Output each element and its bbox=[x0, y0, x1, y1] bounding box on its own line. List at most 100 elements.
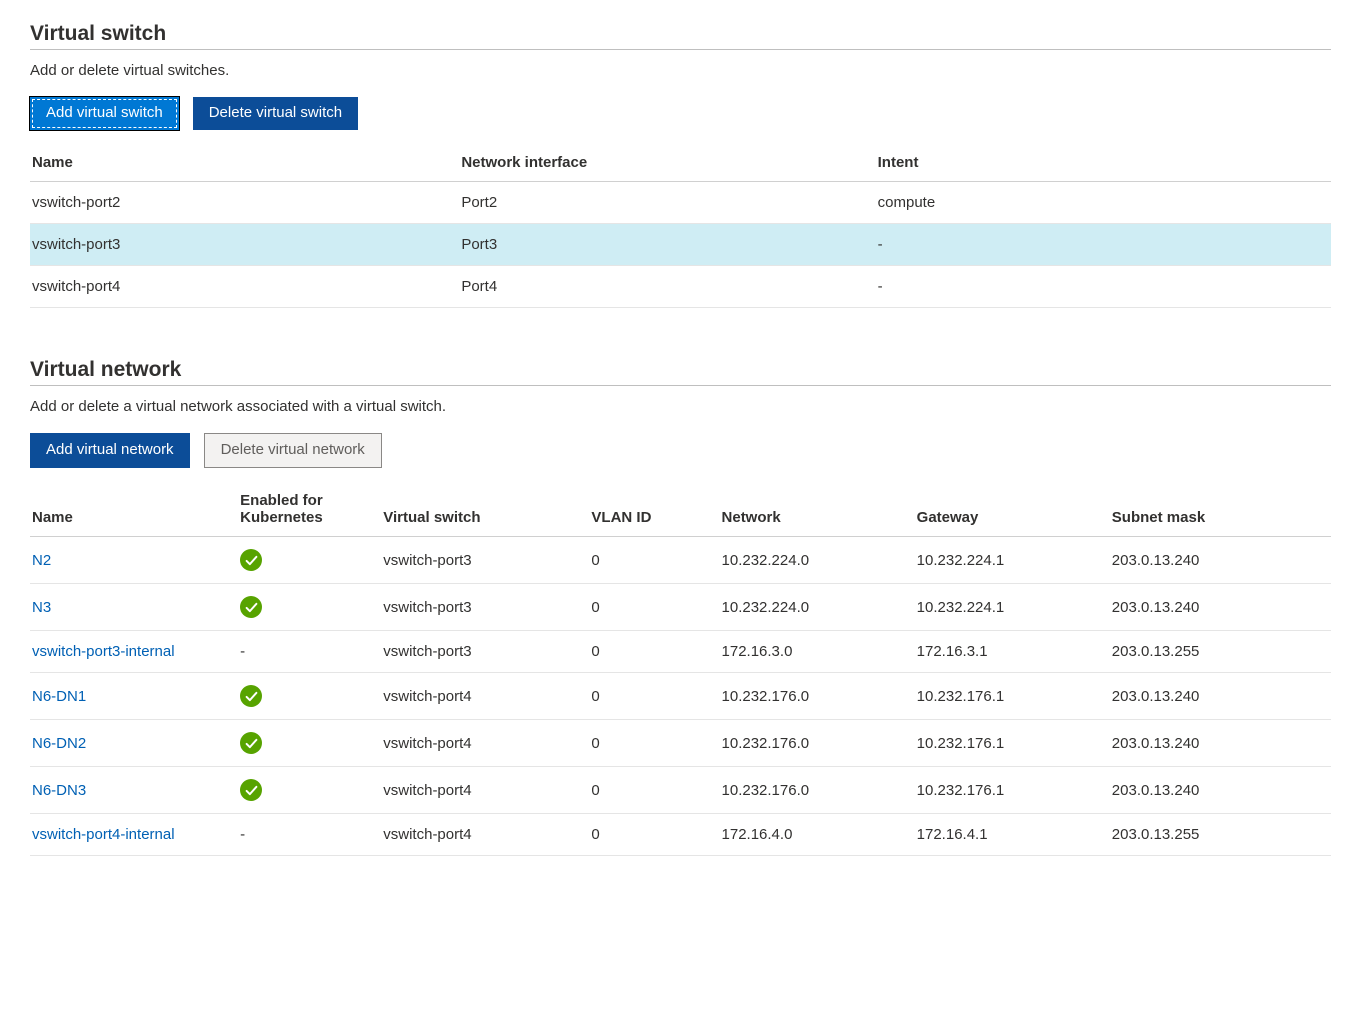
cell-enabled-kubernetes bbox=[238, 720, 381, 767]
cell-network-interface: Port4 bbox=[459, 266, 875, 308]
cell-vlan-id: 0 bbox=[589, 673, 719, 720]
cell-subnet-mask: 203.0.13.240 bbox=[1110, 537, 1331, 584]
cell-vlan-id: 0 bbox=[589, 767, 719, 814]
heading-divider bbox=[30, 385, 1331, 386]
table-row[interactable]: N6-DN1 vswitch-port4010.232.176.010.232.1… bbox=[30, 673, 1331, 720]
cell-intent: compute bbox=[876, 182, 1331, 224]
cell-network: 10.232.224.0 bbox=[720, 584, 915, 631]
virtual-switch-heading: Virtual switch bbox=[30, 22, 1331, 48]
add-virtual-switch-button[interactable]: Add virtual switch bbox=[30, 97, 179, 130]
cell-network: 10.232.176.0 bbox=[720, 673, 915, 720]
cell-gateway: 10.232.176.1 bbox=[915, 720, 1110, 767]
table-row[interactable]: N2 vswitch-port3010.232.224.010.232.224.1… bbox=[30, 537, 1331, 584]
cell-virtual-switch: vswitch-port4 bbox=[381, 720, 589, 767]
cell-subnet-mask: 203.0.13.240 bbox=[1110, 767, 1331, 814]
table-row[interactable]: N6-DN3 vswitch-port4010.232.176.010.232.1… bbox=[30, 767, 1331, 814]
cell-name: vswitch-port3-internal bbox=[30, 631, 238, 673]
col-name: Name bbox=[30, 144, 459, 182]
table-row[interactable]: vswitch-port4Port4- bbox=[30, 266, 1331, 308]
checkmark-icon bbox=[240, 596, 262, 618]
cell-name: vswitch-port2 bbox=[30, 182, 459, 224]
col-enabled-kubernetes: Enabled for Kubernetes bbox=[238, 482, 381, 537]
virtual-network-table: Name Enabled for Kubernetes Virtual swit… bbox=[30, 482, 1331, 856]
checkmark-icon bbox=[240, 685, 262, 707]
cell-network: 10.232.176.0 bbox=[720, 767, 915, 814]
cell-vlan-id: 0 bbox=[589, 584, 719, 631]
cell-name: N6-DN2 bbox=[30, 720, 238, 767]
virtual-network-heading: Virtual network bbox=[30, 358, 1331, 384]
cell-enabled-kubernetes bbox=[238, 537, 381, 584]
table-row[interactable]: N6-DN2 vswitch-port4010.232.176.010.232.1… bbox=[30, 720, 1331, 767]
col-network: Network bbox=[720, 482, 915, 537]
cell-name: N6-DN1 bbox=[30, 673, 238, 720]
cell-intent: - bbox=[876, 224, 1331, 266]
cell-vlan-id: 0 bbox=[589, 814, 719, 856]
cell-enabled-kubernetes bbox=[238, 673, 381, 720]
cell-name: vswitch-port3 bbox=[30, 224, 459, 266]
cell-name: N3 bbox=[30, 584, 238, 631]
cell-subnet-mask: 203.0.13.255 bbox=[1110, 814, 1331, 856]
cell-virtual-switch: vswitch-port4 bbox=[381, 814, 589, 856]
cell-gateway: 10.232.224.1 bbox=[915, 537, 1110, 584]
col-vlan-id: VLAN ID bbox=[589, 482, 719, 537]
table-row[interactable]: vswitch-port2Port2compute bbox=[30, 182, 1331, 224]
table-row[interactable]: N3vswitch-port3010.232.224.010.232.224.1… bbox=[30, 584, 1331, 631]
virtual-network-link[interactable]: N6-DN2 bbox=[32, 735, 86, 752]
cell-network-interface: Port3 bbox=[459, 224, 875, 266]
table-header-row: Name Network interface Intent bbox=[30, 144, 1331, 182]
cell-vlan-id: 0 bbox=[589, 720, 719, 767]
cell-virtual-switch: vswitch-port3 bbox=[381, 537, 589, 584]
delete-virtual-switch-button[interactable]: Delete virtual switch bbox=[193, 97, 358, 130]
cell-name: N2 bbox=[30, 537, 238, 584]
table-row[interactable]: vswitch-port4-internal -vswitch-port40172… bbox=[30, 814, 1331, 856]
virtual-network-link[interactable]: N3 bbox=[32, 599, 51, 616]
cell-name: vswitch-port4 bbox=[30, 266, 459, 308]
col-gateway: Gateway bbox=[915, 482, 1110, 537]
cell-virtual-switch: vswitch-port4 bbox=[381, 767, 589, 814]
cell-vlan-id: 0 bbox=[589, 631, 719, 673]
table-row[interactable]: vswitch-port3Port3- bbox=[30, 224, 1331, 266]
virtual-network-link[interactable]: vswitch-port4-internal bbox=[32, 826, 175, 843]
virtual-switch-button-row: Add virtual switch Delete virtual switch bbox=[30, 97, 1331, 130]
cell-network: 10.232.176.0 bbox=[720, 720, 915, 767]
checkmark-icon bbox=[240, 779, 262, 801]
cell-virtual-switch: vswitch-port3 bbox=[381, 631, 589, 673]
col-virtual-switch: Virtual switch bbox=[381, 482, 589, 537]
virtual-network-link[interactable]: N6-DN3 bbox=[32, 782, 86, 799]
cell-subnet-mask: 203.0.13.255 bbox=[1110, 631, 1331, 673]
cell-virtual-switch: vswitch-port3 bbox=[381, 584, 589, 631]
virtual-network-link[interactable]: N2 bbox=[32, 552, 51, 569]
cell-gateway: 172.16.3.1 bbox=[915, 631, 1110, 673]
cell-network: 172.16.3.0 bbox=[720, 631, 915, 673]
heading-divider bbox=[30, 49, 1331, 50]
cell-enabled-kubernetes: - bbox=[238, 631, 381, 673]
cell-gateway: 10.232.176.1 bbox=[915, 767, 1110, 814]
table-row[interactable]: vswitch-port3-internal-vswitch-port30172… bbox=[30, 631, 1331, 673]
virtual-switch-table: Name Network interface Intent vswitch-po… bbox=[30, 144, 1331, 308]
col-subnet-mask: Subnet mask bbox=[1110, 482, 1331, 537]
checkmark-icon bbox=[240, 549, 262, 571]
delete-virtual-network-button[interactable]: Delete virtual network bbox=[204, 433, 382, 468]
cell-subnet-mask: 203.0.13.240 bbox=[1110, 673, 1331, 720]
cell-intent: - bbox=[876, 266, 1331, 308]
virtual-network-description: Add or delete a virtual network associat… bbox=[30, 398, 1331, 415]
virtual-network-link[interactable]: vswitch-port3-internal bbox=[32, 643, 175, 660]
cell-subnet-mask: 203.0.13.240 bbox=[1110, 720, 1331, 767]
cell-network: 172.16.4.0 bbox=[720, 814, 915, 856]
virtual-network-button-row: Add virtual network Delete virtual netwo… bbox=[30, 433, 1331, 468]
cell-vlan-id: 0 bbox=[589, 537, 719, 584]
cell-subnet-mask: 203.0.13.240 bbox=[1110, 584, 1331, 631]
cell-gateway: 10.232.176.1 bbox=[915, 673, 1110, 720]
add-virtual-network-button[interactable]: Add virtual network bbox=[30, 433, 190, 468]
cell-name: N6-DN3 bbox=[30, 767, 238, 814]
virtual-network-link[interactable]: N6-DN1 bbox=[32, 688, 86, 705]
col-network-interface: Network interface bbox=[459, 144, 875, 182]
cell-network-interface: Port2 bbox=[459, 182, 875, 224]
cell-virtual-switch: vswitch-port4 bbox=[381, 673, 589, 720]
table-header-row: Name Enabled for Kubernetes Virtual swit… bbox=[30, 482, 1331, 537]
checkmark-icon bbox=[240, 732, 262, 754]
virtual-switch-description: Add or delete virtual switches. bbox=[30, 62, 1331, 79]
col-intent: Intent bbox=[876, 144, 1331, 182]
cell-network: 10.232.224.0 bbox=[720, 537, 915, 584]
cell-enabled-kubernetes: - bbox=[238, 814, 381, 856]
